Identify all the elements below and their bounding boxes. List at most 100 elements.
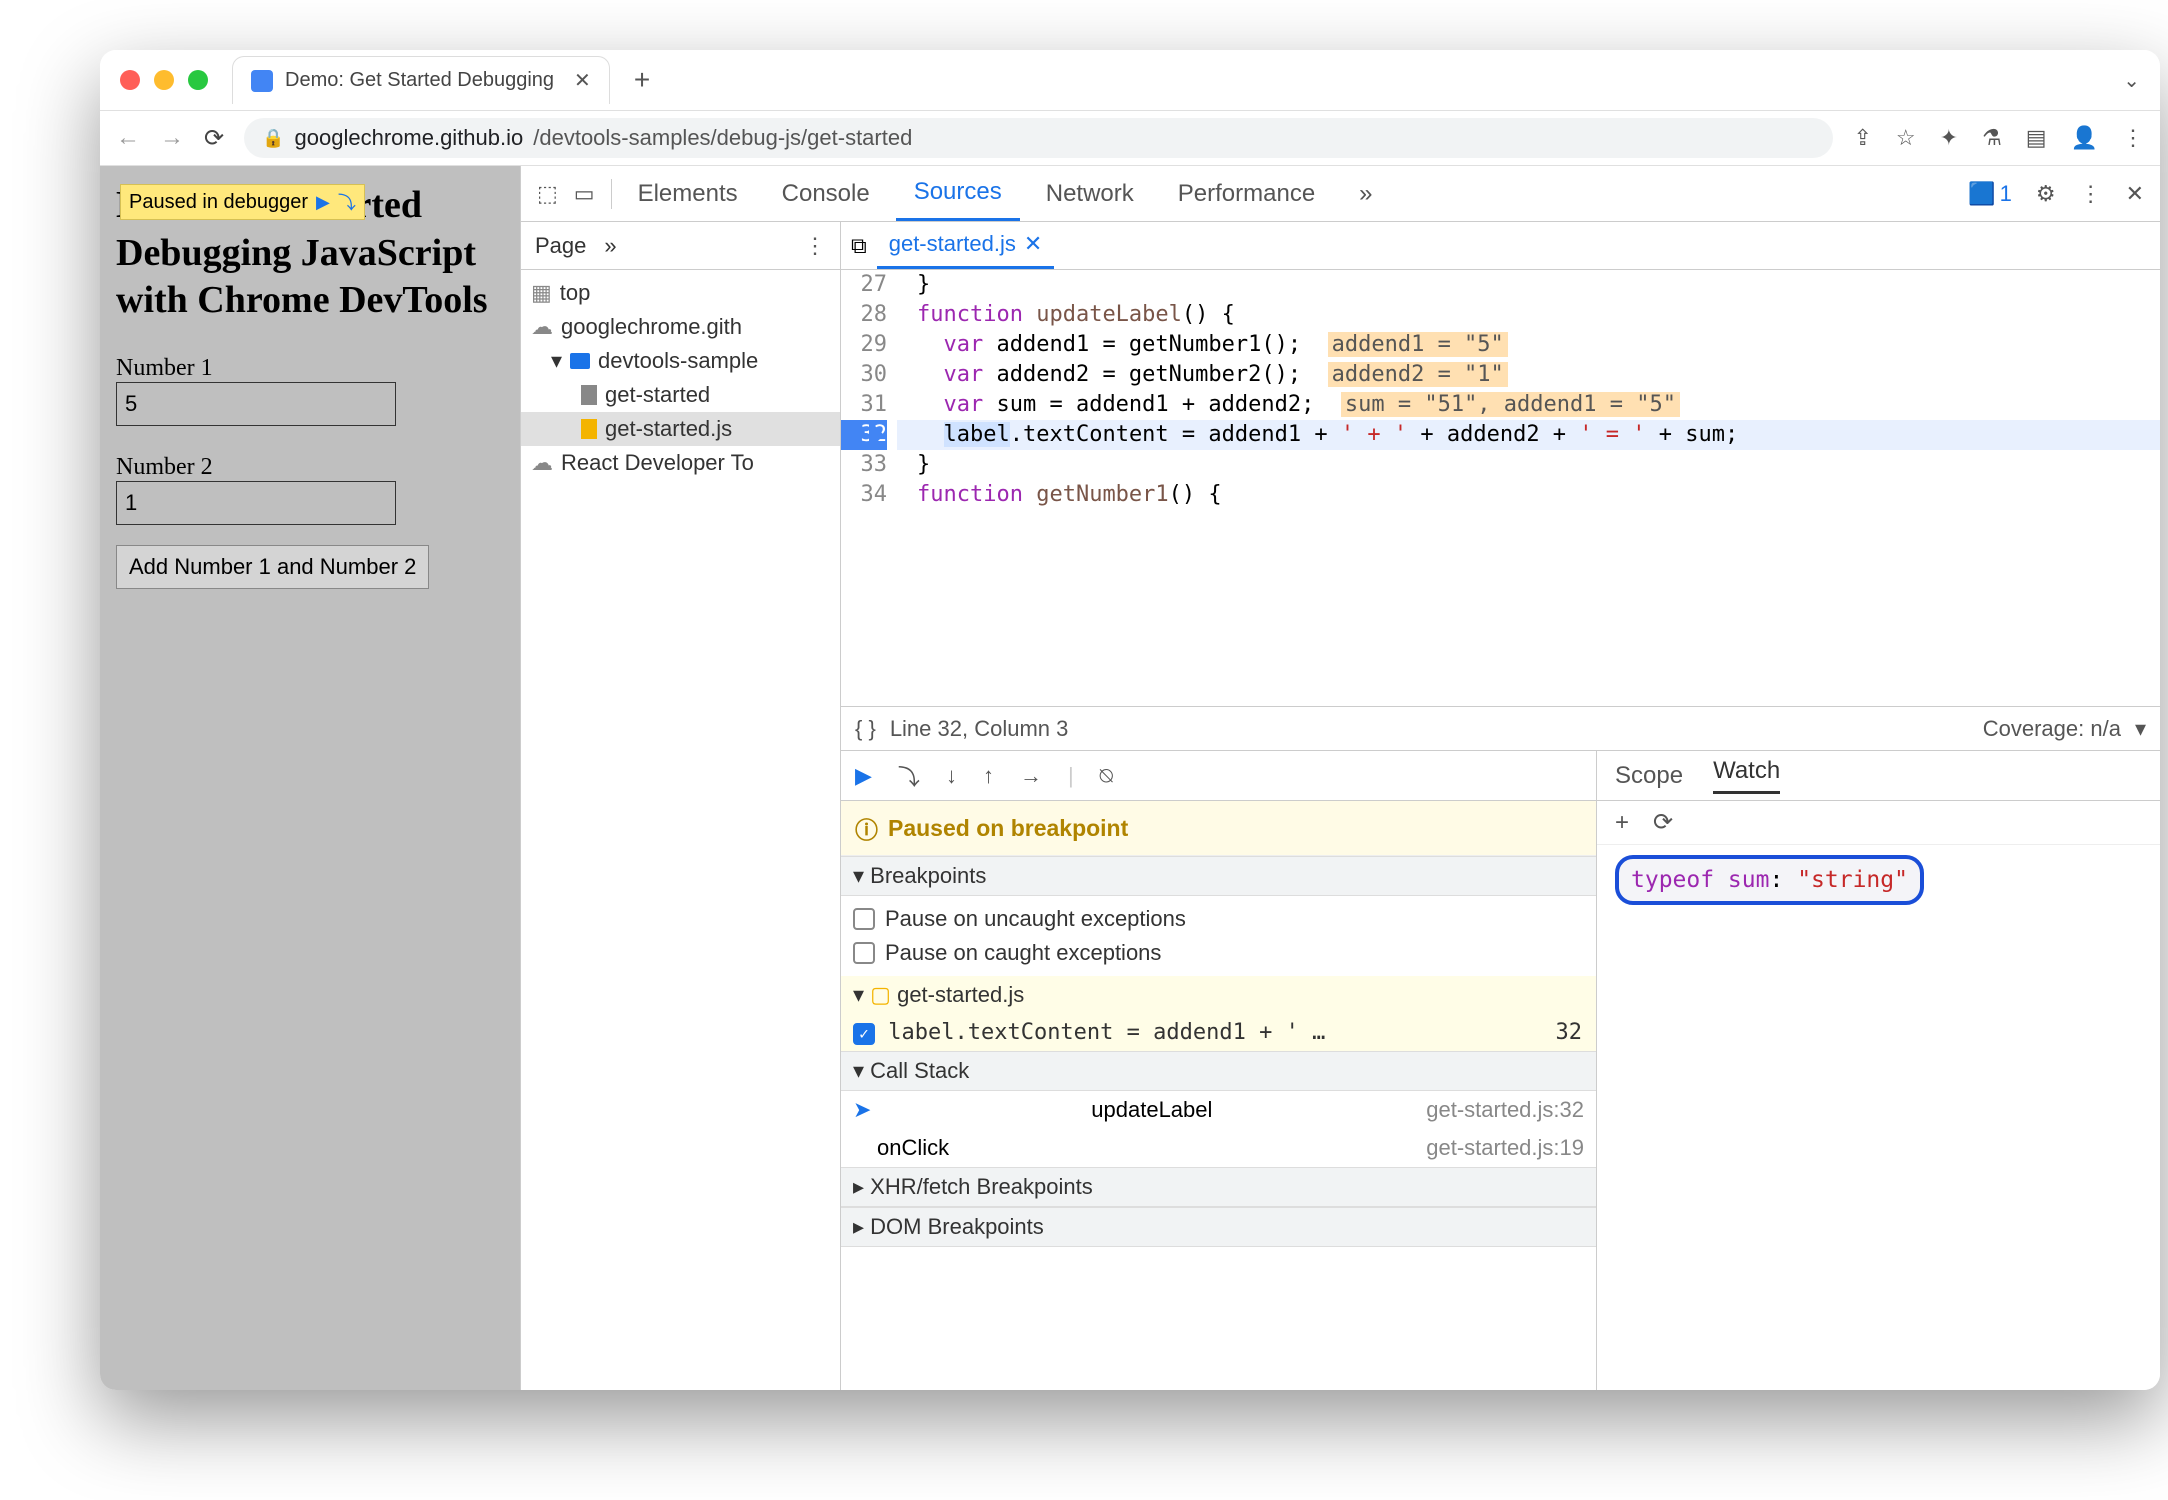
sidepanel-icon[interactable]: ▤: [2026, 125, 2047, 151]
paused-overlay-text: Paused in debugger: [129, 191, 308, 214]
refresh-watch-icon[interactable]: ⟳: [1653, 808, 1673, 837]
coverage-status: Coverage: n/a: [1983, 716, 2121, 742]
nav-kebab-icon[interactable]: ⋮: [804, 233, 826, 259]
pause-caught-checkbox[interactable]: Pause on caught exceptions: [853, 936, 1584, 970]
tabs-more-icon[interactable]: »: [1341, 166, 1390, 221]
step-into-button[interactable]: ↓: [946, 763, 957, 789]
close-tab-icon[interactable]: ✕: [574, 68, 591, 93]
editor-status: { } Line 32, Column 3 Coverage: n/a ▾: [841, 706, 2160, 750]
back-button[interactable]: ←: [116, 124, 140, 152]
menu-icon[interactable]: ⋮: [2122, 125, 2144, 151]
add-watch-icon[interactable]: +: [1615, 809, 1629, 837]
close-file-icon[interactable]: ✕: [1024, 231, 1042, 257]
url-field[interactable]: 🔒 googlechrome.github.io/devtools-sample…: [244, 118, 1833, 158]
tab-performance[interactable]: Performance: [1160, 166, 1333, 221]
tab-watch[interactable]: Watch: [1713, 757, 1780, 794]
bookmark-icon[interactable]: ☆: [1896, 125, 1916, 151]
breakpoint-file[interactable]: ▾ ▢ get-started.js: [841, 976, 1596, 1014]
favicon: [251, 70, 273, 92]
new-tab-button[interactable]: +: [634, 64, 650, 96]
file-tab-get-started-js[interactable]: get-started.js ✕: [877, 222, 1055, 269]
callstack-header[interactable]: ▾ Call Stack: [841, 1051, 1596, 1091]
overlay-resume-icon[interactable]: ▶: [316, 192, 330, 213]
tab-elements[interactable]: Elements: [620, 166, 756, 221]
browser-tab[interactable]: Demo: Get Started Debugging ✕: [232, 56, 610, 104]
step-out-button[interactable]: ↑: [983, 763, 994, 789]
close-devtools-icon[interactable]: ✕: [2126, 181, 2144, 207]
nav-more-icon[interactable]: »: [604, 233, 616, 259]
extensions-icon[interactable]: ✦: [1940, 125, 1958, 151]
profile-icon[interactable]: 👤: [2071, 125, 2098, 151]
step-over-button[interactable]: ⤵: [898, 760, 920, 792]
input-number-2[interactable]: [116, 481, 396, 525]
minimize-window-button[interactable]: [154, 70, 174, 90]
coverage-toggle-icon[interactable]: ▾: [2135, 716, 2146, 742]
tab-console[interactable]: Console: [764, 166, 888, 221]
deactivate-breakpoints-button[interactable]: ⍉: [1100, 763, 1113, 789]
inline-hint: addend1 = "5": [1328, 332, 1508, 357]
pause-uncaught-checkbox[interactable]: Pause on uncaught exceptions: [853, 902, 1584, 936]
tree-domain[interactable]: googlechrome.gith: [521, 310, 840, 344]
input-number-1[interactable]: [116, 382, 396, 426]
page-viewport: Paused in debugger ▶ ⤵ Demo: Get Started…: [100, 166, 520, 1390]
overlay-step-icon[interactable]: ⤵: [338, 189, 356, 215]
tab-network[interactable]: Network: [1028, 166, 1152, 221]
settings-icon[interactable]: ⚙: [2036, 181, 2056, 207]
callstack-frame[interactable]: onClickget-started.js:19: [841, 1129, 1596, 1167]
code-editor[interactable]: 27 28 29 30 31 32 33 34 } function updat…: [841, 270, 2160, 706]
add-button[interactable]: Add Number 1 and Number 2: [116, 545, 429, 589]
info-icon: ⓘ: [855, 811, 878, 845]
url-host: googlechrome.github.io: [295, 125, 524, 151]
tabs-overflow-icon[interactable]: ⌄: [2123, 68, 2140, 93]
paused-overlay: Paused in debugger ▶ ⤵: [120, 184, 365, 220]
device-icon[interactable]: ▭: [574, 181, 595, 207]
close-window-button[interactable]: [120, 70, 140, 90]
tree-extension[interactable]: React Developer To: [521, 446, 840, 480]
window-controls: [120, 70, 208, 90]
lock-icon: 🔒: [262, 128, 284, 149]
tab-sources[interactable]: Sources: [896, 166, 1020, 221]
kebab-icon[interactable]: ⋮: [2080, 181, 2102, 207]
labs-icon[interactable]: ⚗: [1982, 125, 2002, 151]
tree-top[interactable]: top: [521, 276, 840, 310]
forward-button: →: [160, 124, 184, 152]
url-path: /devtools-samples/debug-js/get-started: [533, 125, 912, 151]
devtools-panel: ⬚ ▭ Elements Console Sources Network Per…: [520, 166, 2160, 1390]
tab-title: Demo: Get Started Debugging: [285, 69, 554, 92]
execution-line-marker[interactable]: 32: [841, 420, 887, 450]
label-number-2: Number 2: [116, 454, 504, 481]
resume-button[interactable]: ▶: [855, 763, 872, 789]
tree-file-js[interactable]: get-started.js: [521, 412, 840, 446]
dom-breakpoints-header[interactable]: ▸ DOM Breakpoints: [841, 1207, 1596, 1247]
devtools-tabs: ⬚ ▭ Elements Console Sources Network Per…: [521, 166, 2160, 222]
watch-expression[interactable]: typeof sum: "string": [1615, 855, 1924, 905]
pretty-print-icon[interactable]: { }: [855, 716, 876, 742]
paused-message: ⓘ Paused on breakpoint: [841, 801, 1596, 856]
breakpoint-entry[interactable]: ✓ label.textContent = addend1 + ' … 32: [841, 1014, 1596, 1051]
inline-hint: addend2 = "1": [1328, 362, 1508, 387]
inspect-icon[interactable]: ⬚: [537, 181, 558, 207]
tree-file-html[interactable]: get-started: [521, 378, 840, 412]
reload-button[interactable]: ⟳: [204, 124, 224, 153]
callstack-frame[interactable]: updateLabelget-started.js:32: [841, 1091, 1596, 1129]
share-icon[interactable]: ⇪: [1853, 125, 1871, 151]
browser-window: Demo: Get Started Debugging ✕ + ⌄ ← → ⟳ …: [100, 50, 2160, 1390]
xhr-breakpoints-header[interactable]: ▸ XHR/fetch Breakpoints: [841, 1167, 1596, 1207]
sources-navigator: Page » ⋮ top googlechrome.gith ▾ devtool…: [521, 222, 841, 1390]
cursor-position: Line 32, Column 3: [890, 716, 1069, 742]
inline-hint: sum = "51", addend1 = "5": [1341, 392, 1680, 417]
step-button[interactable]: →: [1020, 763, 1042, 789]
editor-file-tabs: ⧉ get-started.js ✕: [841, 222, 2160, 270]
address-bar: ← → ⟳ 🔒 googlechrome.github.io/devtools-…: [100, 110, 2160, 166]
toggle-navigator-icon[interactable]: ⧉: [851, 233, 867, 259]
maximize-window-button[interactable]: [188, 70, 208, 90]
tab-scope[interactable]: Scope: [1615, 762, 1683, 790]
breakpoints-header[interactable]: ▾ Breakpoints: [841, 856, 1596, 896]
debugger-toolbar: ▶ ⤵ ↓ ↑ → | ⍉: [841, 751, 1596, 801]
scope-watch-tabs: Scope Watch: [1597, 751, 2160, 801]
issues-badge[interactable]: 🟦 1: [1968, 181, 2012, 207]
label-number-1: Number 1: [116, 355, 504, 382]
titlebar: Demo: Get Started Debugging ✕ + ⌄: [100, 50, 2160, 110]
tree-folder[interactable]: ▾ devtools-sample: [521, 344, 840, 378]
nav-tab-page[interactable]: Page: [535, 233, 586, 259]
